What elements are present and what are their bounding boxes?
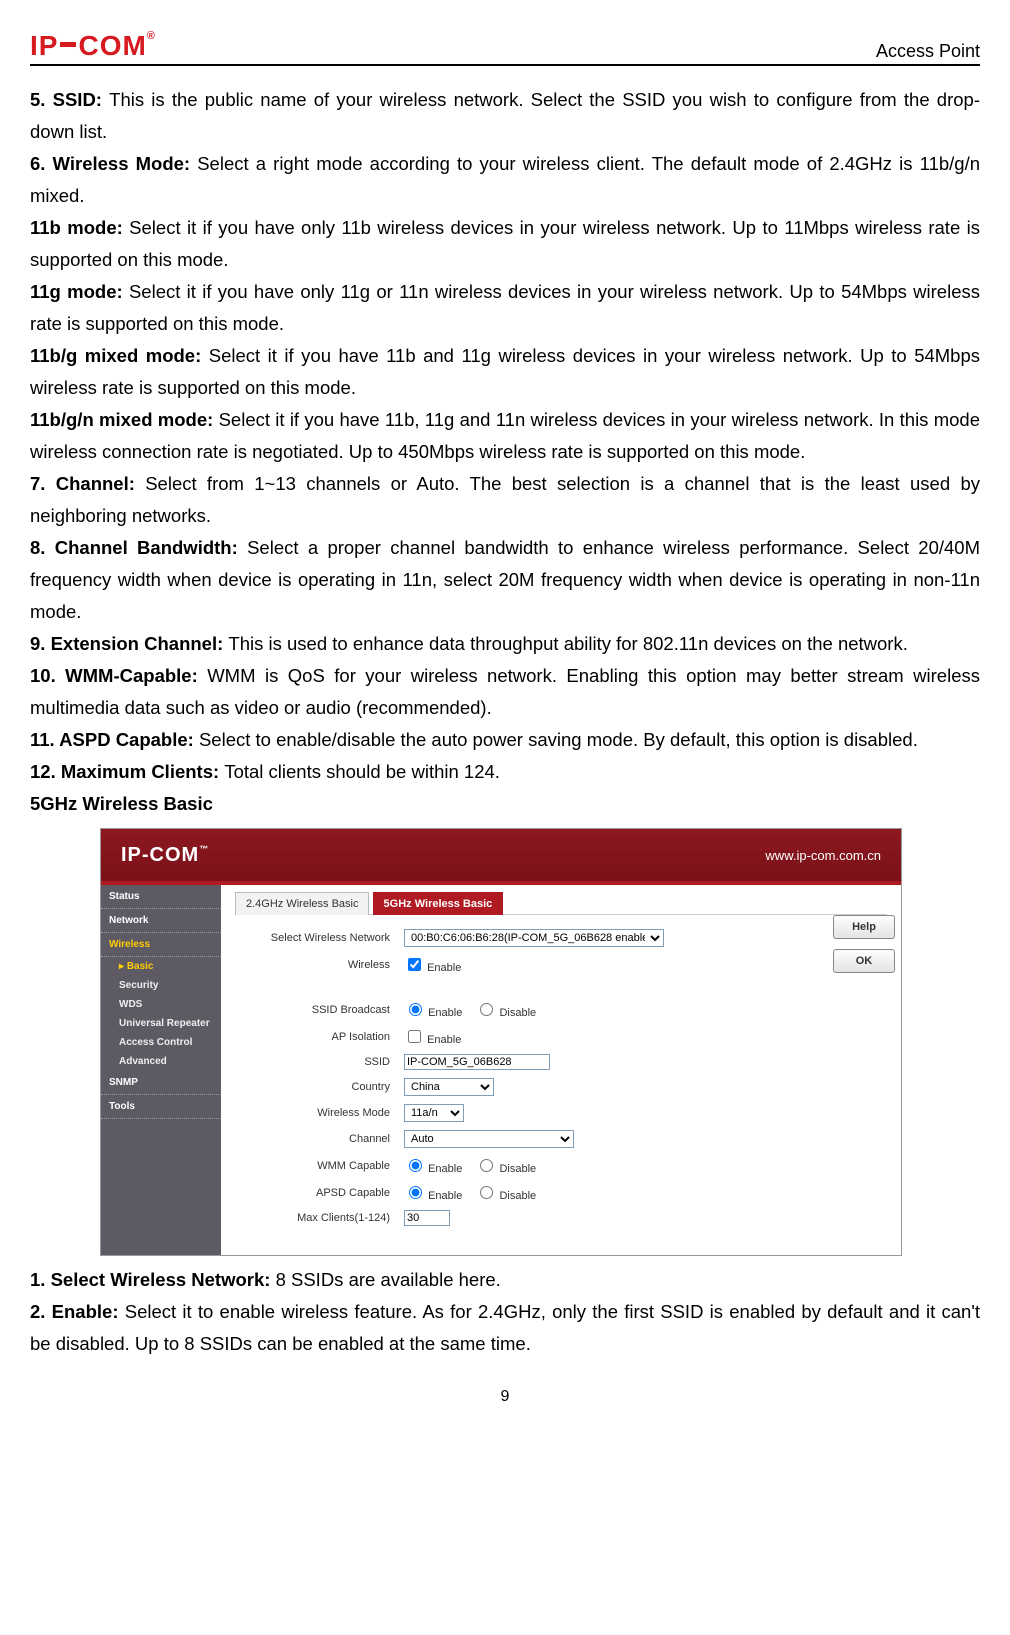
mode-11g-label: 11g mode: — [30, 281, 129, 302]
item-9-text: This is used to enhance data throughput … — [228, 633, 907, 654]
q2-label: 2. Enable: — [30, 1301, 125, 1322]
label-apsd: APSD Capable — [235, 1187, 404, 1199]
ss-main-panel: 2.4GHz Wireless Basic 5GHz Wireless Basi… — [221, 885, 901, 1255]
label-wireless: Wireless — [235, 959, 404, 971]
input-max-clients[interactable] — [404, 1210, 450, 1226]
radio-apsd-enable[interactable] — [409, 1186, 422, 1199]
select-channel[interactable]: Auto — [404, 1130, 574, 1148]
label-channel: Channel — [235, 1133, 404, 1145]
q1-text: 8 SSIDs are available here. — [276, 1269, 501, 1290]
mode-11bgn-label: 11b/g/n mixed mode: — [30, 409, 219, 430]
label-country: Country — [235, 1081, 404, 1093]
item-8-label: 8. Channel Bandwidth: — [30, 537, 247, 558]
radio-ssidbc-enable[interactable] — [409, 1003, 422, 1016]
ss-tabs: 2.4GHz Wireless Basic 5GHz Wireless Basi… — [235, 891, 887, 915]
radio-ssidbc-disable[interactable] — [480, 1003, 493, 1016]
nav-security[interactable]: Security — [101, 976, 221, 995]
ss-url: www.ip-com.com.cn — [765, 848, 881, 863]
input-ssid[interactable] — [404, 1054, 550, 1070]
tab-5ghz[interactable]: 5GHz Wireless Basic — [373, 892, 504, 915]
nav-wireless[interactable]: Wireless — [101, 933, 221, 957]
ss-header: IP-COM™ www.ip-com.com.cn — [101, 829, 901, 881]
select-wireless-mode[interactable]: 11a/n — [404, 1104, 464, 1122]
mode-11b-text: Select it if you have only 11b wireless … — [30, 217, 980, 270]
item-5-text: This is the public name of your wireless… — [30, 89, 980, 142]
nav-universal-repeater[interactable]: Universal Repeater — [101, 1014, 221, 1033]
help-button[interactable]: Help — [833, 915, 895, 939]
checkbox-wireless-enable[interactable] — [408, 958, 421, 971]
nav-snmp[interactable]: SNMP — [101, 1071, 221, 1095]
mode-11bg-label: 11b/g mixed mode: — [30, 345, 209, 366]
label-ssid: SSID — [235, 1056, 404, 1068]
item-11-label: 11. ASPD Capable: — [30, 729, 199, 750]
nav-status[interactable]: Status — [101, 885, 221, 909]
nav-basic[interactable]: Basic — [101, 957, 221, 976]
item-9-label: 9. Extension Channel: — [30, 633, 228, 654]
checkbox-ap-isolation[interactable] — [408, 1030, 421, 1043]
label-wireless-mode: Wireless Mode — [235, 1107, 404, 1119]
item-12-label: 12. Maximum Clients: — [30, 761, 224, 782]
nav-wds[interactable]: WDS — [101, 995, 221, 1014]
page-header: IPCOM® Access Point — [30, 30, 980, 66]
radio-wmm-enable[interactable] — [409, 1159, 422, 1172]
label-ssid-broadcast: SSID Broadcast — [235, 1004, 404, 1016]
item-12-text: Total clients should be within 124. — [224, 761, 500, 782]
radio-wmm-disable[interactable] — [480, 1159, 493, 1172]
select-country[interactable]: China — [404, 1078, 494, 1096]
item-6-label: 6. Wireless Mode: — [30, 153, 197, 174]
router-ui-screenshot: IP-COM™ www.ip-com.com.cn Status Network… — [100, 828, 902, 1256]
item-7-label: 7. Channel: — [30, 473, 145, 494]
nav-tools[interactable]: Tools — [101, 1095, 221, 1119]
label-wmm: WMM Capable — [235, 1160, 404, 1172]
mode-11g-text: Select it if you have only 11g or 11n wi… — [30, 281, 980, 334]
q1-label: 1. Select Wireless Network: — [30, 1269, 276, 1290]
document-body: 5. SSID: This is the public name of your… — [30, 84, 980, 1360]
tab-24ghz[interactable]: 2.4GHz Wireless Basic — [235, 892, 369, 915]
nav-network[interactable]: Network — [101, 909, 221, 933]
page-number: 9 — [30, 1388, 980, 1406]
nav-access-control[interactable]: Access Control — [101, 1033, 221, 1052]
ss-logo: IP-COM™ — [121, 844, 209, 867]
section-5ghz-title: 5GHz Wireless Basic — [30, 788, 980, 820]
header-title: Access Point — [876, 41, 980, 62]
nav-advanced[interactable]: Advanced — [101, 1052, 221, 1071]
label-select-network: Select Wireless Network — [235, 932, 404, 944]
ok-button[interactable]: OK — [833, 949, 895, 973]
select-wireless-network[interactable]: 00:B0:C6:06:B6:28(IP-COM_5G_06B628 enabl… — [404, 929, 664, 947]
item-11-text: Select to enable/disable the auto power … — [199, 729, 918, 750]
mode-11b-label: 11b mode: — [30, 217, 129, 238]
item-5-label: 5. SSID: — [30, 89, 109, 110]
ss-sidebar: Status Network Wireless Basic Security W… — [101, 885, 221, 1255]
item-7-text: Select from 1~13 channels or Auto. The b… — [30, 473, 980, 526]
label-max-clients: Max Clients(1-124) — [235, 1212, 404, 1224]
q2-text: Select it to enable wireless feature. As… — [30, 1301, 980, 1354]
label-ap-isolation: AP Isolation — [235, 1031, 404, 1043]
brand-logo: IPCOM® — [30, 30, 156, 62]
radio-apsd-disable[interactable] — [480, 1186, 493, 1199]
item-10-label: 10. WMM-Capable: — [30, 665, 207, 686]
